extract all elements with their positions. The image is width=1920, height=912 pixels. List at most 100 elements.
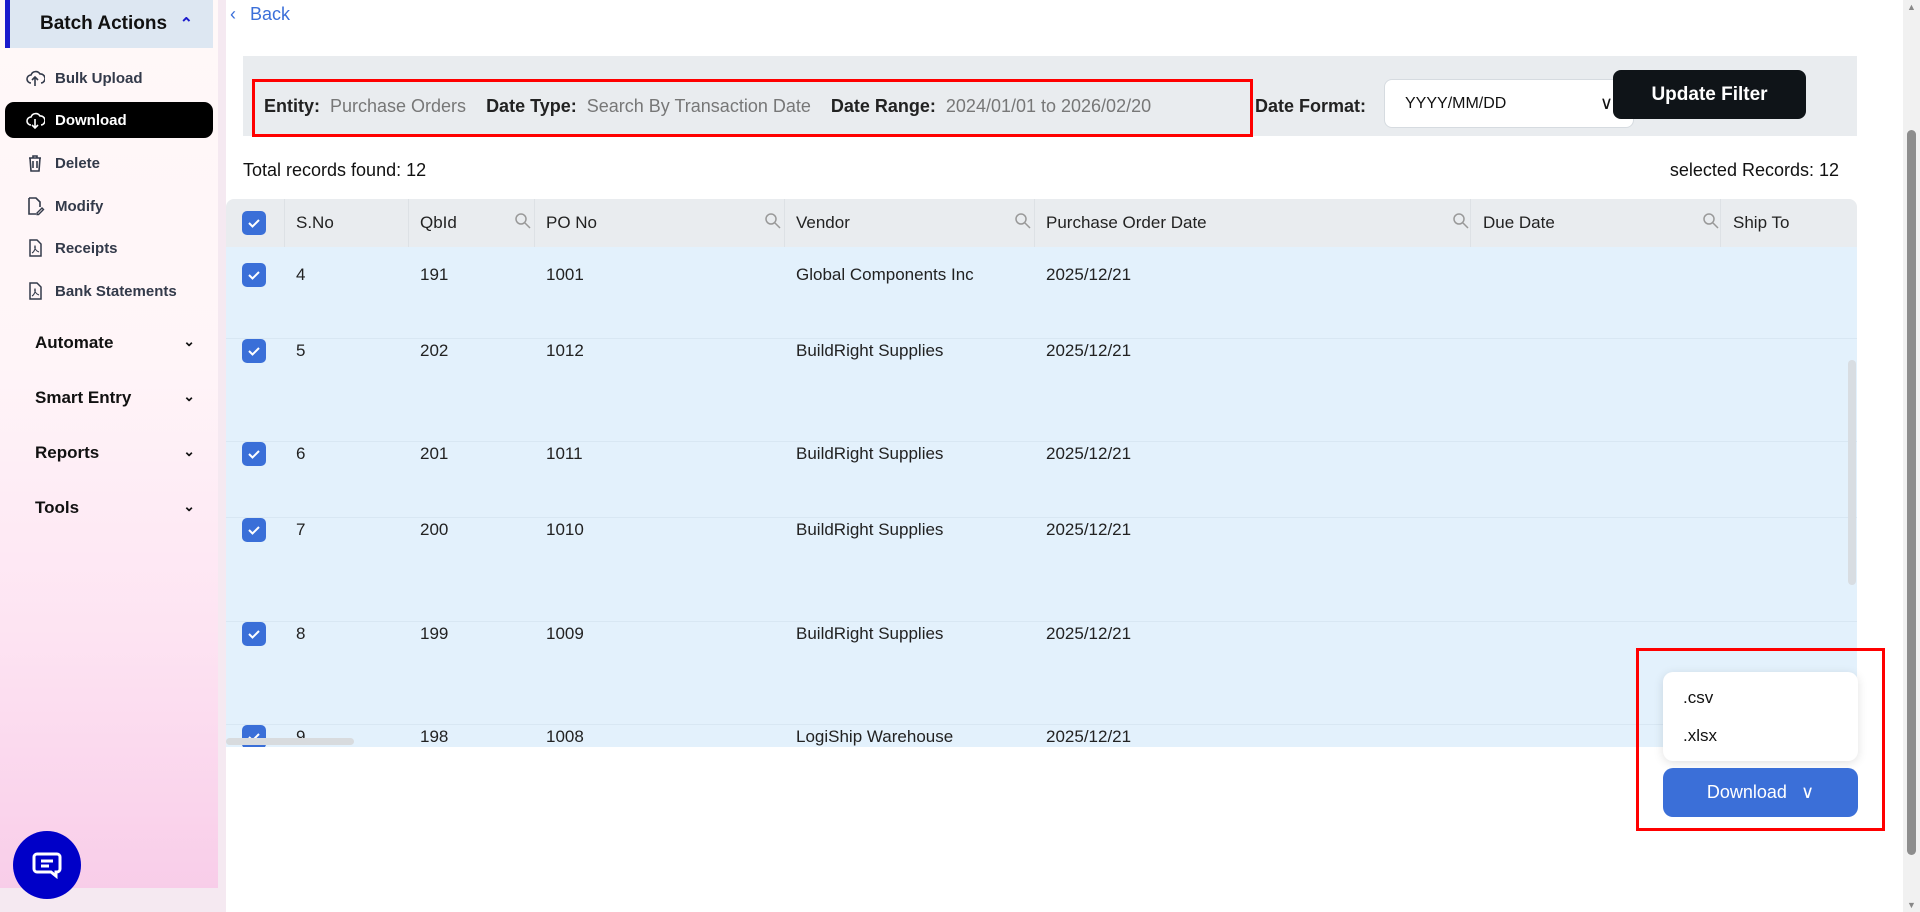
group-label: Reports [35,443,100,462]
sidebar-section-batch-actions[interactable]: Batch Actions ⌃ [5,0,213,48]
menu-item-xlsx[interactable]: .xlsx [1683,726,1717,746]
date-type-value: Search By Transaction Date [586,96,811,116]
column-search-icon[interactable] [1452,212,1472,232]
column-divider [784,199,785,247]
scrollbar-thumb[interactable] [1907,130,1916,855]
download-button[interactable]: Download ∨ [1663,768,1858,817]
download-format-menu: .csv .xlsx [1663,672,1858,761]
cell-date: 2025/12/21 [1046,444,1132,463]
column-search-icon[interactable] [764,212,784,232]
sidebar-divider [218,0,226,912]
column-header-po-no[interactable]: PO No [546,213,597,233]
menu-item-csv[interactable]: .csv [1683,688,1713,708]
cell-date: 2025/12/21 [1046,265,1132,284]
sidebar-item-label: Download [55,111,127,129]
cell-sno: 6 [296,444,306,463]
chevron-down-icon: ⌄ [183,333,195,349]
table-horizontal-scrollbar[interactable] [226,738,354,745]
selected-records: selected Records: 12 [1669,160,1839,180]
date-format-field: Date Format: [1255,96,1366,117]
row-checkbox[interactable] [242,442,266,466]
row-checkbox[interactable] [242,339,266,363]
column-header-s-no[interactable]: S.No [296,213,334,233]
row-checkbox[interactable] [242,622,266,646]
sidebar-item-label: Modify [55,197,104,215]
sidebar-group-smart-entry[interactable]: Smart Entry ⌄ [35,388,195,408]
update-filter-button[interactable]: Update Filter [1613,70,1806,119]
column-search-icon[interactable] [514,212,534,232]
column-search-icon[interactable] [1702,212,1722,232]
date-format-value: YYYY/MM/DD [1405,94,1507,112]
table-row[interactable]: 9 198 1008 LogiShip Warehouse 2025/12/21 [226,695,1857,747]
sidebar-item-label: Delete [55,154,101,172]
scroll-down-arrow-icon[interactable]: ▼ [1907,900,1916,910]
cell-po: 1008 [546,727,584,746]
select-all-checkbox[interactable] [242,211,266,235]
cell-vendor: BuildRight Supplies [796,444,944,463]
table-body: 4 191 1001 Global Components Inc 2025/12/21 5… [226,247,1857,747]
entity-value: Purchase Orders [330,96,467,116]
sidebar-item-download[interactable]: Download [5,102,213,138]
records-table: S.No QbId PO No Vendor Purchase Order Date Du… [226,199,1857,747]
cloud-upload-icon [25,68,45,88]
row-checkbox[interactable] [242,518,266,542]
sidebar-group-tools[interactable]: Tools ⌄ [35,498,195,518]
cell-date: 2025/12/21 [1046,727,1132,746]
download-label: Download [1706,782,1787,802]
sidebar-item-bulk-upload[interactable]: Bulk Upload [5,60,213,96]
column-header-purchase-order-date[interactable]: Purchase Order Date [1046,213,1207,233]
cell-sno: 4 [296,265,306,284]
chevron-up-icon: ⌃ [179,16,193,33]
sidebar-item-label: Bulk Upload [55,69,143,87]
column-search-icon[interactable] [1014,212,1034,232]
sidebar-item-label: Bank Statements [55,282,177,300]
column-divider [1720,199,1721,247]
cell-qbid: 199 [420,624,449,643]
sidebar-group-reports[interactable]: Reports ⌄ [35,443,195,463]
column-divider [284,199,285,247]
column-divider [1470,199,1471,247]
column-divider [534,199,535,247]
cell-po: 1012 [546,341,584,360]
cell-date: 2025/12/21 [1046,520,1132,539]
cell-po: 1011 [546,444,583,463]
page-scrollbar[interactable]: ▲ ▼ [1903,0,1920,912]
sidebar-item-label: Receipts [55,239,118,257]
row-checkbox[interactable] [242,263,266,287]
sidebar-item-bank-statements[interactable]: Bank Statements [5,273,213,309]
sidebar-item-receipts[interactable]: Receipts [5,230,213,266]
cell-vendor: Global Components Inc [796,265,974,284]
file-edit-icon [25,196,45,216]
date-range-value: 2024/01/01 to 2026/02/20 [945,96,1152,116]
pdf-file-icon [25,281,45,301]
column-header-due-date[interactable]: Due Date [1483,213,1555,233]
section-label: Batch Actions [40,13,168,34]
sidebar-group-automate[interactable]: Automate ⌄ [35,333,195,353]
cell-po: 1010 [546,520,584,539]
cell-sno: 7 [296,520,306,539]
cell-qbid: 198 [420,727,449,746]
chevron-down-icon: ⌄ [183,388,195,404]
back-link[interactable]: ‹ Back [230,4,290,25]
table-vertical-scrollbar[interactable] [1848,360,1856,585]
sidebar-item-delete[interactable]: Delete [5,145,213,181]
cell-sno: 5 [296,341,306,360]
cell-sno: 8 [296,624,306,643]
date-format-select[interactable]: YYYY/MM/DD ∨ [1384,79,1634,128]
cell-po: 1009 [546,624,584,643]
cell-vendor: BuildRight Supplies [796,520,944,539]
cloud-download-icon [25,110,45,130]
total-records: Total records found: 12 [243,160,427,180]
column-header-ship-to[interactable]: Ship To [1733,213,1789,233]
sidebar-item-modify[interactable]: Modify [5,188,213,224]
column-header-vendor[interactable]: Vendor [796,213,850,233]
chat-button[interactable] [13,831,81,899]
chevron-down-icon: ∨ [1800,782,1815,802]
cell-date: 2025/12/21 [1046,341,1132,360]
scroll-up-arrow-icon[interactable]: ▲ [1907,2,1916,12]
chevron-down-icon: ⌄ [183,498,195,514]
trash-icon [25,153,45,173]
group-label: Automate [35,333,114,352]
column-header-qbid[interactable]: QbId [420,213,457,233]
cell-po: 1001 [546,265,584,284]
